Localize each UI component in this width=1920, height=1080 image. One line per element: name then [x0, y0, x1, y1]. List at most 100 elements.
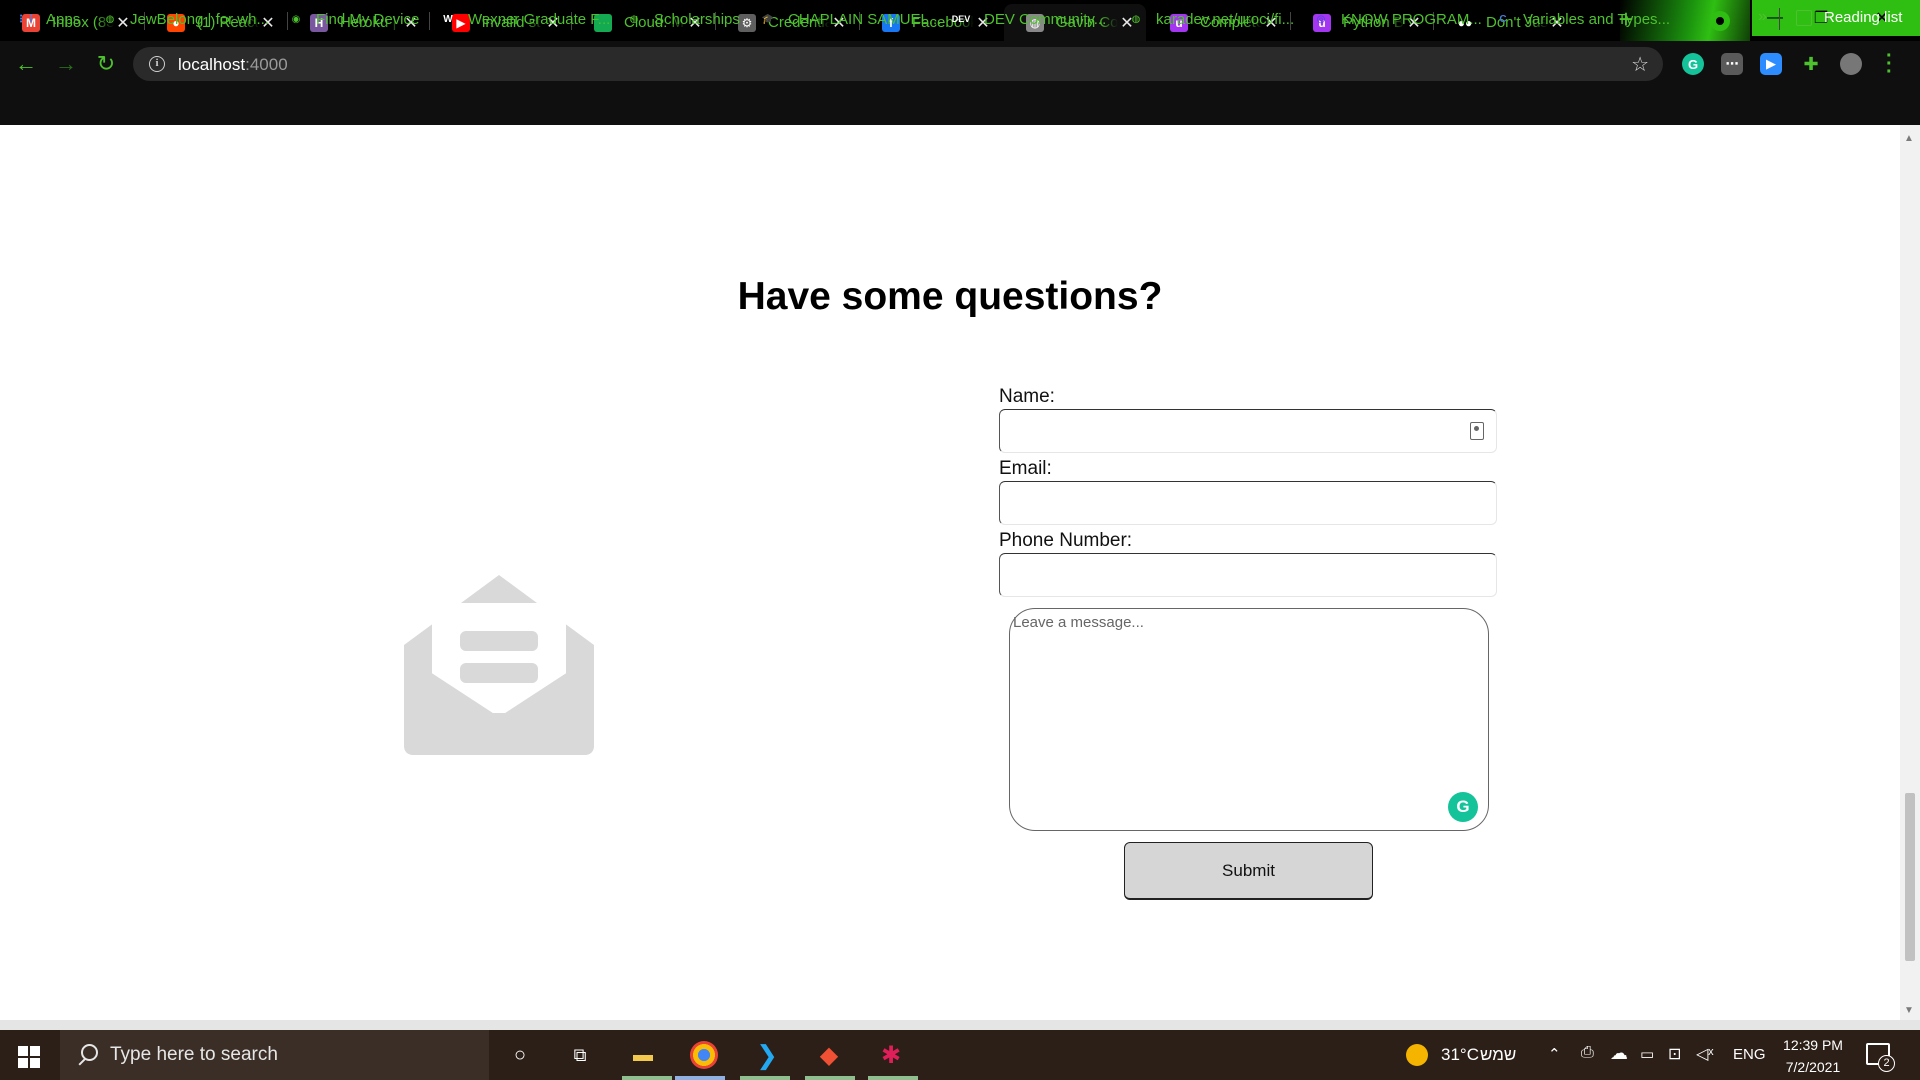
bookmark-label: JewBelong | for wh...	[130, 10, 269, 28]
tab-search-icon[interactable]	[1710, 11, 1730, 31]
onedrive-cloud-icon[interactable]: ☁	[1610, 1043, 1628, 1064]
message-placeholder: Leave a message...	[1013, 614, 1144, 631]
gear-icon: ⚙	[738, 13, 756, 32]
address-bar[interactable]: i localhost:4000 ☆	[133, 47, 1663, 81]
open-envelope-icon	[404, 575, 594, 755]
git-icon[interactable]: ◆	[814, 1040, 844, 1070]
email-field[interactable]	[999, 481, 1497, 525]
zoom-extension-icon[interactable]: ▶	[1760, 53, 1782, 75]
scroll-down-arrow-icon[interactable]: ▼	[1904, 1005, 1914, 1016]
bookmark-item[interactable]: 🎓 CHAPLAIN SAMUEL...	[760, 9, 942, 29]
volume-muted-icon[interactable]: ◁ˣ	[1696, 1044, 1714, 1064]
extensions-puzzle-icon[interactable]: ✚	[1800, 53, 1822, 75]
back-button[interactable]: ←	[12, 50, 40, 78]
weather-description[interactable]: שמש	[1480, 1045, 1516, 1065]
bookmark-item[interactable]: W Wexner Graduate F...	[440, 9, 610, 29]
bookmark-item[interactable]: ◍ Scholarships	[626, 9, 740, 29]
c-icon: C	[1499, 13, 1507, 25]
bookmark-star-icon[interactable]: ☆	[1631, 52, 1649, 77]
email-label: Email:	[999, 458, 1052, 479]
grammarly-extension-icon[interactable]: G	[1682, 53, 1704, 75]
vscode-icon[interactable]: ❯	[752, 1040, 782, 1070]
bookmarks-bar	[0, 87, 1920, 125]
globe-icon: ◍	[1131, 13, 1141, 25]
bookmark-label: Find My Device	[316, 10, 420, 28]
taskbar-running-indicator	[622, 1076, 672, 1080]
reload-button[interactable]: ↻	[92, 50, 120, 78]
dev-icon: DEV	[951, 14, 971, 24]
bookmark-label: DEV Community...	[984, 10, 1107, 28]
taskbar-active-indicator	[675, 1076, 725, 1080]
task-view-icon[interactable]: ⧉	[565, 1040, 595, 1070]
bookmark-item[interactable]: ◎ KNOW PROGRAM...	[1313, 9, 1482, 29]
reading-list-icon	[1796, 9, 1812, 26]
url-host: localhost	[178, 55, 246, 74]
clock-date: 7/2/2021	[1785, 1059, 1841, 1075]
grammarly-icon[interactable]: G	[1448, 792, 1478, 822]
contact-card-icon[interactable]	[1470, 422, 1484, 440]
weather-temperature[interactable]: 31°C	[1441, 1045, 1479, 1065]
browser-menu-icon[interactable]: · · ·	[1886, 46, 1893, 82]
scroll-thumb[interactable]	[1905, 793, 1915, 961]
network-icon[interactable]: ⊡	[1668, 1044, 1681, 1064]
bookmark-item[interactable]: C Variables and Types...	[1495, 9, 1670, 29]
message-textarea[interactable]: Leave a message...	[1009, 608, 1489, 831]
bookmark-label: KNOW PROGRAM...	[1341, 10, 1482, 28]
taskbar-running-indicator	[805, 1076, 855, 1080]
windows-start-button[interactable]	[18, 1046, 40, 1068]
tray-device-icon[interactable]: ⎙	[1581, 1044, 1594, 1062]
name-label: Name:	[999, 386, 1055, 407]
site-info-icon[interactable]: i	[149, 56, 165, 72]
wexner-w-icon: W	[443, 13, 453, 25]
bookmark-item[interactable]: ⋮⋮ Apps	[16, 9, 81, 29]
submit-button[interactable]: Submit	[1124, 842, 1373, 900]
letter-line-top	[460, 631, 538, 651]
tab-separator	[429, 12, 430, 30]
page-viewport: Have some questions? Name: Email: Phone …	[0, 125, 1900, 1020]
system-clock[interactable]: 12:39 PM 7/2/2021	[1766, 1034, 1860, 1078]
bookmark-label: Apps	[46, 10, 81, 28]
page-scrollbar[interactable]: ▲ ▼	[1900, 125, 1920, 1020]
reading-list-label: Reading list	[1824, 9, 1903, 26]
reading-list-button[interactable]: Reading list	[1796, 9, 1902, 26]
slack-icon[interactable]: ✱	[876, 1040, 906, 1070]
phone-label: Phone Number:	[999, 530, 1133, 551]
notification-count-badge: 2	[1878, 1055, 1895, 1072]
tray-overflow-chevron-icon[interactable]: ⌃	[1548, 1045, 1561, 1063]
letter-line-bottom	[460, 663, 538, 683]
windows-taskbar: Type here to search ○ ⧉ ▬ ❯ ◆ ✱	[0, 1030, 1920, 1080]
search-icon	[76, 1044, 98, 1066]
chrome-icon[interactable]	[690, 1041, 718, 1069]
globe-icon: ◍	[105, 13, 115, 25]
globe-icon: ◍	[629, 13, 639, 25]
graduation-cap-icon: 🎓	[761, 13, 775, 25]
bookmark-item[interactable]: ◍ JewBelong | for wh...	[102, 9, 269, 29]
weather-sun-icon[interactable]	[1406, 1044, 1428, 1066]
clock-time: 12:39 PM	[1783, 1037, 1843, 1053]
url-text: localhost:4000	[178, 55, 288, 75]
find-device-icon: ◉	[291, 13, 301, 25]
bookmark-item[interactable]: ◉ Find My Device	[288, 9, 420, 29]
bookmark-label: karadev.net/uroci/fi...	[1156, 10, 1295, 28]
bookmark-label: Wexner Graduate F...	[468, 10, 611, 28]
bookmarks-divider	[1779, 8, 1780, 30]
forward-button[interactable]: →	[52, 50, 80, 78]
know-program-icon: ◎	[1316, 13, 1326, 25]
cortana-icon[interactable]: ○	[505, 1040, 535, 1070]
bookmark-item[interactable]: ◍ karadev.net/uroci/fi...	[1128, 9, 1295, 29]
taskbar-running-indicator	[740, 1076, 790, 1080]
horizontal-scroll-track	[0, 1020, 1920, 1030]
url-port: :4000	[245, 55, 288, 74]
phone-field[interactable]	[999, 553, 1497, 597]
file-explorer-icon[interactable]: ▬	[628, 1040, 658, 1070]
language-indicator[interactable]: ENG	[1733, 1046, 1766, 1063]
bookmarks-overflow-button[interactable]: »	[1758, 8, 1767, 26]
battery-icon[interactable]: ▭	[1640, 1045, 1654, 1063]
profile-avatar[interactable]	[1840, 53, 1862, 75]
scroll-up-arrow-icon[interactable]: ▲	[1904, 133, 1914, 144]
extension-icon[interactable]: ⋯	[1721, 53, 1743, 75]
bookmark-item[interactable]: DEV DEV Community...	[950, 9, 1107, 29]
name-field[interactable]	[999, 409, 1497, 453]
taskbar-search-placeholder: Type here to search	[110, 1044, 278, 1065]
taskbar-search-box[interactable]: Type here to search	[60, 1030, 489, 1080]
